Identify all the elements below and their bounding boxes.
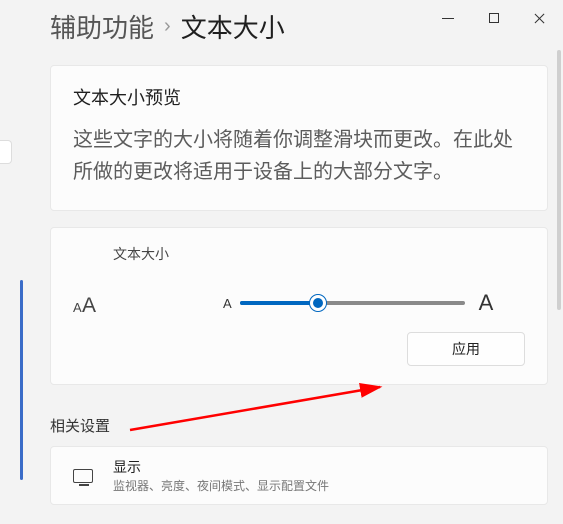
text-size-slider[interactable]: [240, 293, 465, 313]
chevron-right-icon: ›: [164, 15, 171, 38]
monitor-icon: [73, 469, 93, 483]
text-size-slider-card: 文本大小 AA A A 应用: [50, 227, 548, 385]
slider-min-label: A: [223, 296, 232, 311]
preview-heading: 文本大小预览: [73, 84, 525, 110]
slider-max-label: A: [479, 290, 494, 316]
related-item-title: 显示: [113, 457, 329, 477]
related-settings-heading: 相关设置: [50, 415, 548, 436]
preview-body-text: 这些文字的大小将随着你调整滑块而更改。在此处所做的更改将适用于设备上的大部分文字…: [73, 124, 525, 188]
text-size-icon: AA: [73, 291, 113, 315]
slider-thumb[interactable]: [310, 295, 326, 311]
related-item-subtitle: 监视器、亮度、夜间模式、显示配置文件: [113, 477, 329, 494]
breadcrumb-parent[interactable]: 辅助功能: [50, 8, 154, 45]
page-title: 文本大小: [181, 8, 285, 45]
related-display-item[interactable]: 显示 监视器、亮度、夜间模式、显示配置文件: [50, 446, 548, 505]
text-size-preview-card: 文本大小预览 这些文字的大小将随着你调整滑块而更改。在此处所做的更改将适用于设备…: [50, 65, 548, 211]
breadcrumb: 辅助功能 › 文本大小: [50, 8, 548, 45]
slider-label: 文本大小: [73, 244, 525, 264]
apply-button[interactable]: 应用: [407, 332, 525, 366]
